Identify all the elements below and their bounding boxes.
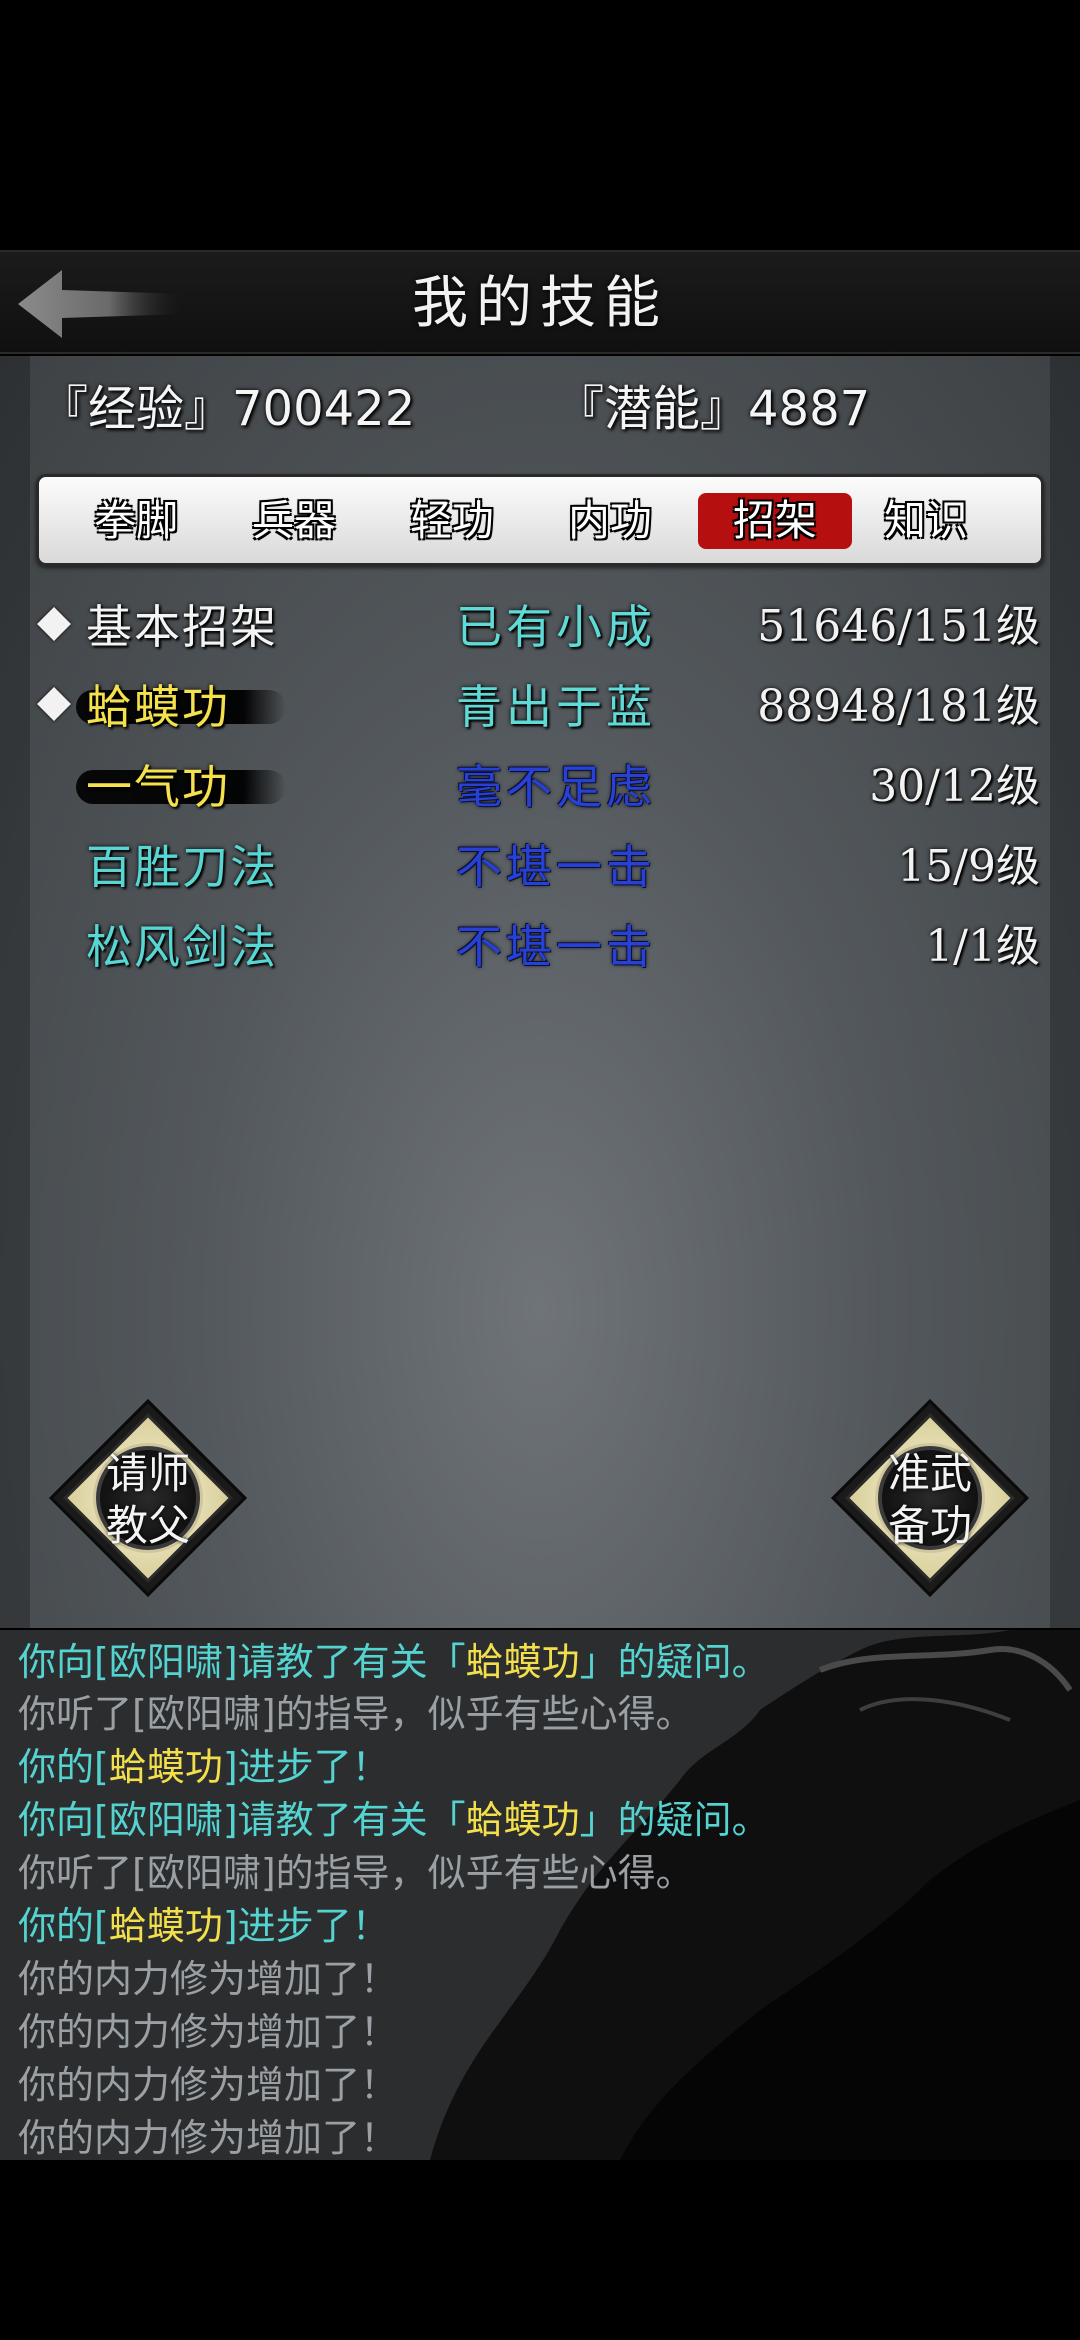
ask-teacher-button[interactable]: 请师 教父 [48, 1398, 248, 1598]
log-line: 你向[欧阳啸]请教了有关「蛤蟆功」的疑问。 [18, 1798, 770, 1842]
log-line: 你的内力修为增加了！ [18, 2010, 399, 2054]
skill-name: 松风剑法 [86, 920, 278, 974]
tab-neigong[interactable]: 内功 [533, 493, 687, 549]
skill-level: 30/12级 [869, 761, 1040, 812]
skill-name: 蛤蟆功 [86, 680, 230, 734]
skill-row[interactable]: 蛤蟆功 青出于蓝 88948/181级 [36, 672, 1040, 742]
skill-row[interactable]: 百胜刀法 不堪一击 15/9级 [36, 832, 1040, 902]
skill-level: 15/9级 [897, 841, 1040, 892]
tab-qinggong[interactable]: 轻功 [375, 493, 529, 549]
skill-row[interactable]: 基本招架 已有小成 51646/151级 [36, 592, 1040, 662]
skill-level: 88948/181级 [757, 681, 1040, 732]
header-bar: 我的技能 [0, 250, 1080, 354]
log-line: 你听了[欧阳啸]的指导，似乎有些心得。 [18, 1851, 694, 1895]
skill-name: 基本招架 [86, 600, 278, 654]
message-log[interactable]: 你向[欧阳啸]请教了有关「蛤蟆功」的疑问。 你听了[欧阳啸]的指导，似乎有些心得… [0, 1630, 1080, 2160]
experience-stat: 『经验』700422 [40, 381, 416, 437]
log-line: 你的[蛤蟆功]进步了！ [18, 1745, 390, 1789]
log-line: 你的内力修为增加了！ [18, 1957, 399, 2001]
tab-zhaojia[interactable]: 招架 [698, 493, 852, 549]
log-line: 你的内力修为增加了！ [18, 2063, 399, 2107]
skill-rank: 青出于蓝 [456, 680, 656, 734]
potential-stat: 『潜能』4887 [556, 381, 871, 437]
tab-zhishi[interactable]: 知识 [849, 493, 1003, 549]
button-label: 请师 教父 [105, 1449, 190, 1550]
log-line: 你听了[欧阳啸]的指导，似乎有些心得。 [18, 1692, 694, 1736]
skill-row[interactable]: 一气功 毫不足虑 30/12级 [36, 752, 1040, 822]
skill-level: 51646/151级 [757, 601, 1040, 652]
log-line: 你的内力修为增加了！ [18, 2116, 399, 2160]
skill-name: 一气功 [86, 760, 230, 814]
skill-rank: 不堪一击 [456, 840, 656, 894]
equipped-diamond-icon [37, 607, 71, 641]
tab-bingqi[interactable]: 兵器 [217, 493, 371, 549]
skill-rank: 毫不足虑 [456, 760, 656, 814]
skill-name: 百胜刀法 [86, 840, 278, 894]
game-screen: 我的技能 『经验』700422 『潜能』4887 拳脚 兵器 轻功 内功 招架 … [0, 0, 1080, 2340]
tab-quanjiao[interactable]: 拳脚 [59, 493, 213, 549]
skill-rank: 不堪一击 [456, 920, 656, 974]
equipped-diamond-icon [37, 687, 71, 721]
log-line: 你的[蛤蟆功]进步了！ [18, 1904, 390, 1948]
page-title: 我的技能 [412, 271, 668, 336]
log-line: 你向[欧阳啸]请教了有关「蛤蟆功」的疑问。 [18, 1640, 770, 1684]
prepare-skill-button[interactable]: 准武 备功 [830, 1398, 1030, 1598]
skill-level: 1/1级 [925, 921, 1040, 972]
button-label: 准武 备功 [887, 1449, 972, 1550]
skill-row[interactable]: 松风剑法 不堪一击 1/1级 [36, 912, 1040, 982]
skill-category-tabs: 拳脚 兵器 轻功 内功 招架 知识 [36, 474, 1044, 566]
skill-rank: 已有小成 [456, 600, 656, 654]
